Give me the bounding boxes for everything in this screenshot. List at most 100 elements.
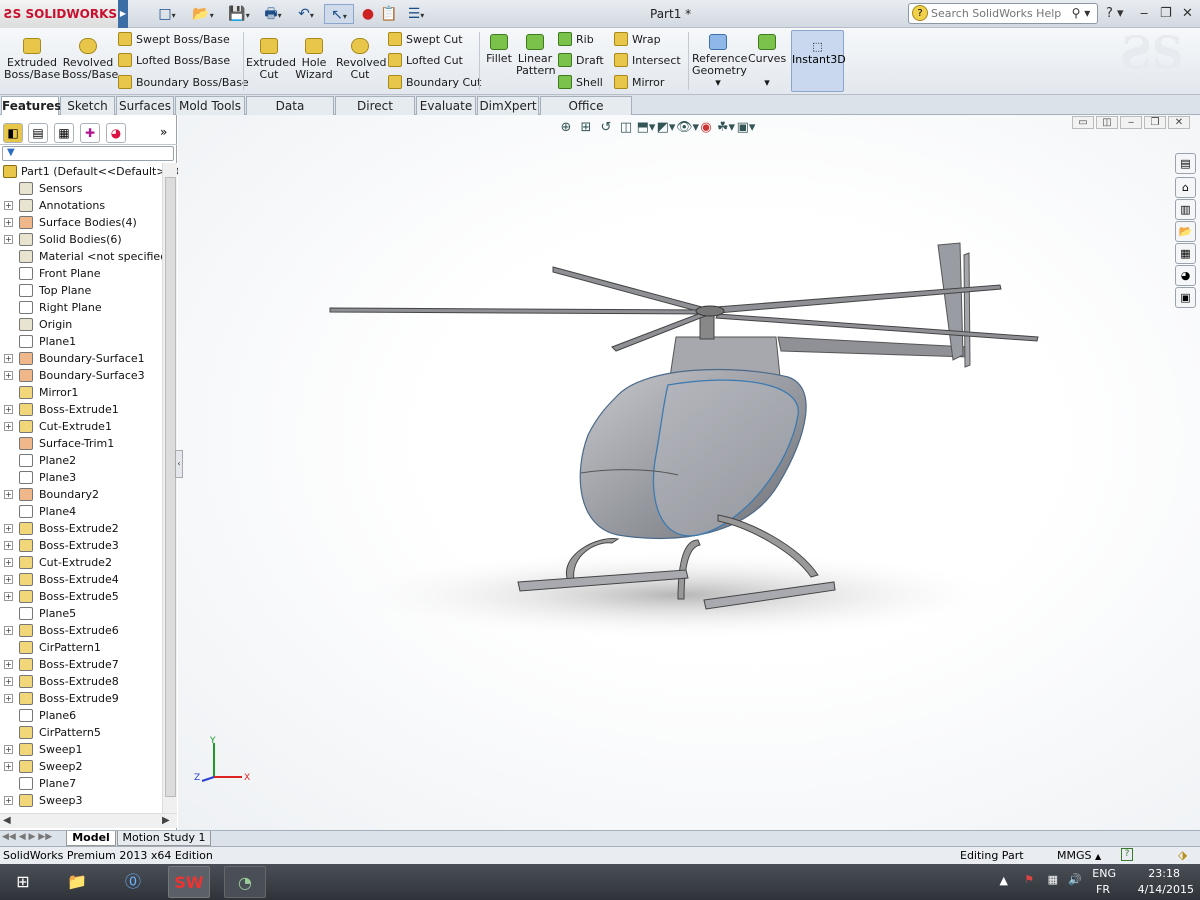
windows-start-icon[interactable]: ⊞: [2, 866, 44, 898]
scroll-left-icon[interactable]: ◀: [3, 815, 11, 826]
lofted-boss-button[interactable]: Lofted Boss/Base: [118, 52, 230, 70]
menu-expand-icon[interactable]: ▶: [118, 0, 128, 28]
show-hidden-icons[interactable]: ▲: [1000, 874, 1008, 887]
curves-button[interactable]: Curves ▾: [748, 34, 786, 89]
expand-icon[interactable]: +: [4, 235, 13, 244]
tree-horizontal-scrollbar[interactable]: ◀ ▶: [0, 813, 177, 828]
tab-direct-editing[interactable]: Direct Editing: [335, 96, 415, 131]
lofted-cut-button[interactable]: Lofted Cut: [388, 52, 463, 70]
tab-data-migration[interactable]: Data Migration: [246, 96, 334, 131]
appearances-icon[interactable]: ◕: [1175, 265, 1196, 286]
language-label[interactable]: ENG: [1092, 867, 1116, 880]
help-button[interactable]: ? ▾: [1106, 5, 1124, 23]
swept-cut-button[interactable]: Swept Cut: [388, 31, 463, 49]
tab-dimxpert[interactable]: DimXpert: [477, 96, 539, 115]
mirror-button[interactable]: Mirror: [614, 74, 664, 92]
graphics-area[interactable]: ⊕ ⊞ ↺ ◫ ⬒▾◩▾👁▾◉ ☘▾ ▣▾ ▭ ◫ ‒ ❐ ✕ ▤ ⌂ ▥ 📂 …: [175, 115, 1200, 830]
units-selector[interactable]: MMGS ▲: [1057, 848, 1101, 865]
revolved-cut-button[interactable]: Revolved Cut: [336, 38, 386, 81]
expand-icon[interactable]: +: [4, 558, 13, 567]
file-properties-button[interactable]: 📋: [378, 4, 400, 24]
instant3d-button[interactable]: ⬚ Instant3D: [791, 30, 846, 92]
boundary-cut-button[interactable]: Boundary Cut: [388, 74, 481, 92]
feature-tree-tab-icon[interactable]: ◧: [3, 123, 23, 143]
solidworks-taskbar-icon[interactable]: SW: [168, 866, 210, 898]
scroll-right-icon[interactable]: ▶: [162, 815, 170, 826]
extruded-cut-button[interactable]: Extruded Cut: [246, 38, 296, 81]
configuration-manager-tab-icon[interactable]: ▦: [54, 123, 74, 143]
select-button[interactable]: ↖▾: [324, 4, 354, 24]
tab-office-products[interactable]: Office Products: [540, 96, 632, 131]
solidworks-resources-icon[interactable]: ▤: [1175, 153, 1196, 174]
undo-button[interactable]: ↶▾: [290, 4, 322, 24]
expand-icon[interactable]: +: [4, 762, 13, 771]
display-manager-tab-icon[interactable]: ◕: [106, 123, 126, 143]
expand-icon[interactable]: +: [4, 524, 13, 533]
quick-tips-icon[interactable]: ?: [1121, 848, 1133, 861]
clock-time[interactable]: 23:18: [1148, 867, 1180, 880]
helicopter-model[interactable]: [178, 115, 1200, 830]
extruded-boss-button[interactable]: Extruded Boss/Base: [4, 38, 60, 81]
file-explorer-icon[interactable]: 📂: [1175, 221, 1196, 242]
rib-button[interactable]: Rib: [558, 31, 594, 49]
dimxpert-tab-icon[interactable]: ✚: [80, 123, 100, 143]
save-button[interactable]: 💾▾: [222, 4, 256, 24]
options-button[interactable]: ☰▾: [402, 4, 430, 24]
volume-icon[interactable]: 🔊: [1068, 873, 1082, 886]
open-button[interactable]: 📂▾: [186, 4, 220, 24]
tab-surfaces[interactable]: Surfaces: [116, 96, 174, 115]
expand-icon[interactable]: +: [4, 371, 13, 380]
linear-pattern-button[interactable]: Linear Pattern: [516, 34, 556, 77]
expand-icon[interactable]: +: [4, 694, 13, 703]
swept-boss-button[interactable]: Swept Boss/Base: [118, 31, 230, 49]
panel-collapse-handle[interactable]: ‹: [175, 450, 183, 478]
fillet-button[interactable]: Fillet: [484, 34, 514, 65]
expand-icon[interactable]: +: [4, 201, 13, 210]
search-box[interactable]: ? ⚲ ▾: [908, 3, 1098, 24]
design-library-icon[interactable]: ▥: [1175, 199, 1196, 220]
expand-icon[interactable]: +: [4, 660, 13, 669]
search-icon[interactable]: ⚲ ▾: [1067, 5, 1095, 22]
tab-model[interactable]: Model: [66, 831, 116, 846]
reference-geometry-button[interactable]: Reference Geometry ▾: [692, 34, 747, 89]
expand-icon[interactable]: +: [4, 541, 13, 550]
restore-button[interactable]: ❐: [1160, 5, 1172, 23]
shell-button[interactable]: Shell: [558, 74, 603, 92]
property-manager-tab-icon[interactable]: ▤: [28, 123, 48, 143]
scrollbar-thumb[interactable]: [165, 177, 176, 797]
tab-evaluate[interactable]: Evaluate: [416, 96, 476, 115]
minimize-button[interactable]: ‒: [1140, 5, 1148, 23]
view-palette-icon[interactable]: ▦: [1175, 243, 1196, 264]
rebuild-button[interactable]: ●: [358, 4, 378, 24]
solidworks-logo[interactable]: ƧS SOLIDWORKS: [0, 0, 128, 28]
expand-icon[interactable]: +: [4, 575, 13, 584]
expand-icon[interactable]: +: [4, 422, 13, 431]
panel-expand-icon[interactable]: »: [160, 125, 167, 139]
home-icon[interactable]: ⌂: [1175, 177, 1196, 198]
expand-icon[interactable]: +: [4, 490, 13, 499]
tab-mold-tools[interactable]: Mold Tools: [175, 96, 245, 115]
expand-icon[interactable]: +: [4, 796, 13, 805]
expand-icon[interactable]: +: [4, 218, 13, 227]
action-center-icon[interactable]: ⚑: [1024, 873, 1034, 886]
expand-icon[interactable]: +: [4, 405, 13, 414]
expand-icon[interactable]: +: [4, 592, 13, 601]
file-explorer-taskbar-icon[interactable]: 📁: [56, 866, 98, 898]
search-input[interactable]: [931, 6, 1071, 21]
hole-wizard-button[interactable]: Hole Wizard: [294, 38, 334, 81]
tab-sketch[interactable]: Sketch: [60, 96, 115, 115]
wrap-button[interactable]: Wrap: [614, 31, 661, 49]
expand-icon[interactable]: +: [4, 677, 13, 686]
print-button[interactable]: 🖶▾: [256, 4, 290, 24]
tab-features[interactable]: Features: [1, 96, 61, 115]
expand-icon[interactable]: +: [4, 354, 13, 363]
boundary-boss-button[interactable]: Boundary Boss/Base: [118, 74, 249, 92]
revolved-boss-button[interactable]: Revolved Boss/Base: [62, 38, 118, 81]
tag-icon[interactable]: ⬗: [1178, 847, 1187, 863]
other-app-taskbar-icon[interactable]: ◔: [224, 866, 266, 898]
tab-motion-study[interactable]: Motion Study 1: [117, 831, 211, 846]
draft-button[interactable]: Draft: [558, 52, 604, 70]
new-document-button[interactable]: □▾: [150, 4, 184, 24]
close-button[interactable]: ✕: [1182, 5, 1193, 23]
expand-icon[interactable]: +: [4, 626, 13, 635]
